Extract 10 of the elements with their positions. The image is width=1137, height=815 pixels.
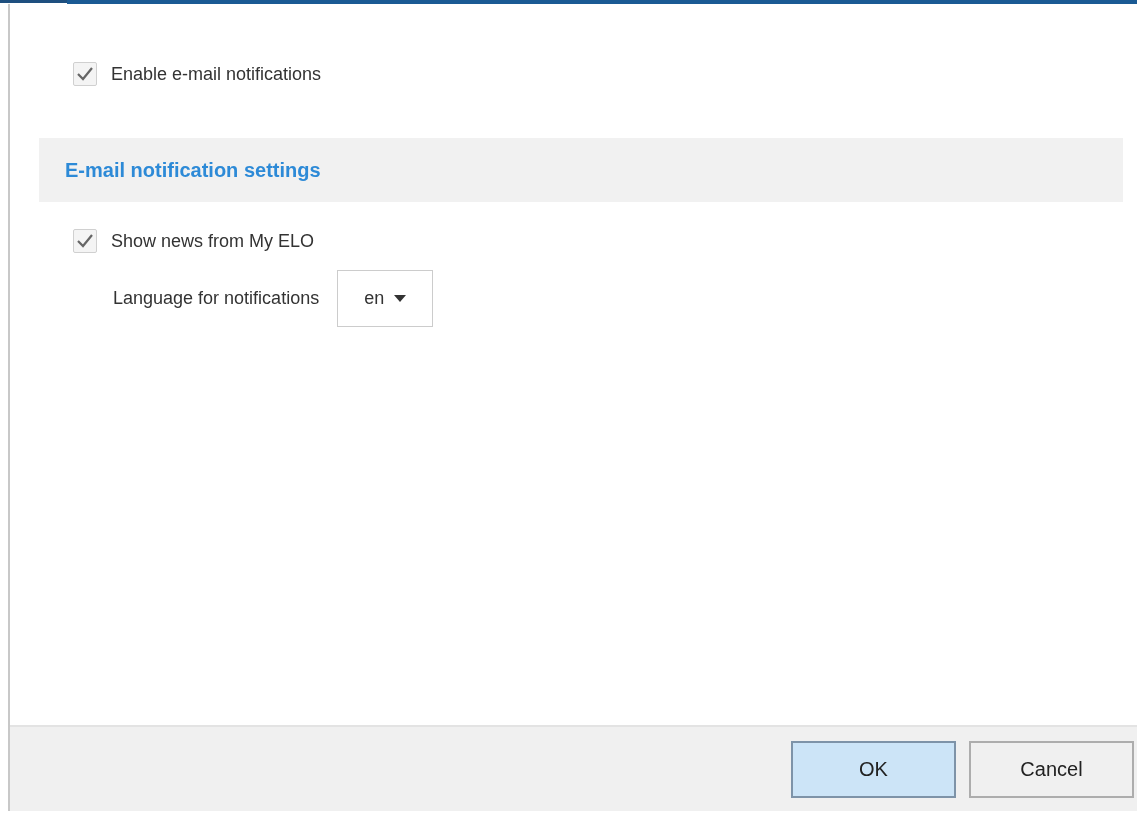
section-title: E-mail notification settings — [65, 158, 321, 182]
checkbox[interactable] — [73, 229, 97, 253]
ok-button[interactable]: OK — [791, 740, 956, 798]
checkbox-label: Show news from My ELO — [111, 230, 315, 252]
field-label: Language for notifications — [113, 288, 320, 309]
cancel-button[interactable]: Cancel — [969, 740, 1134, 798]
language-dropdown[interactable]: en — [337, 270, 434, 327]
caret-icon — [394, 295, 407, 302]
checkbox-label: Enable e-mail notifications — [111, 63, 322, 85]
checkbox[interactable] — [73, 62, 97, 86]
